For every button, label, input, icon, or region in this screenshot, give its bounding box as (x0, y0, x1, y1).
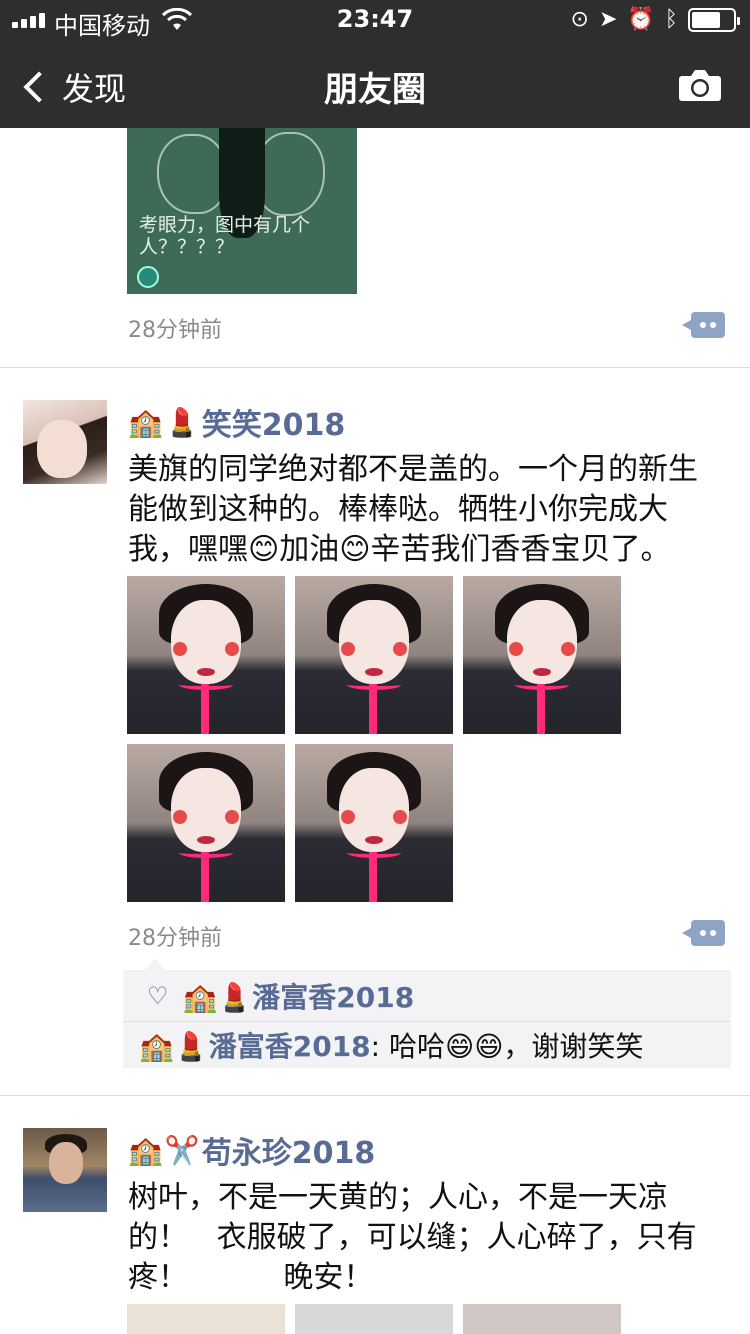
post-photo[interactable] (127, 744, 285, 902)
comment-author[interactable]: 🏫💄潘富香2018 (139, 1025, 371, 1065)
comment-text: : 哈哈😄😄，谢谢笑笑 (370, 1030, 644, 1063)
image-caption: 考眼力，图中有几个人？？？？ (139, 214, 311, 258)
post-photo[interactable] (295, 744, 453, 902)
author-name[interactable]: 🏫 💄 笑笑2018 (128, 400, 345, 444)
post-photo[interactable] (295, 576, 453, 734)
avatar[interactable] (23, 400, 107, 484)
post-time: 28分钟前 (128, 926, 222, 951)
post-image[interactable]: 考眼力，图中有几个人？？？？ (127, 128, 357, 294)
watermark-logo (137, 266, 159, 288)
status-bar: 中国移动 23:47 ⊙ ➤ ⏰ ᛒ (0, 0, 750, 40)
moment-post: 考眼力，图中有几个人？？？？ 28分钟前 (0, 128, 750, 368)
author-name[interactable]: 🏫 ✂️ 苟永珍2018 (128, 1128, 375, 1172)
likes-row: ♡ 🏫💄潘富香2018 (123, 970, 731, 1022)
camera-icon[interactable] (678, 68, 722, 102)
school-emoji: 🏫 (128, 1133, 163, 1167)
liker-name[interactable]: 🏫💄潘富香2018 (183, 976, 415, 1016)
moment-post: 🏫 💄 笑笑2018 美旗的同学绝对都不是盖的。一个月的新生能做到这种的。棒棒哒… (0, 368, 750, 1096)
nav-bar: 发现 朋友圈 (0, 40, 750, 128)
comment-row[interactable]: 🏫💄潘富香2018 : 哈哈😄😄，谢谢笑笑 (123, 1022, 731, 1068)
post-text: 树叶，不是一天黄的；人心，不是一天凉的！ 衣服破了，可以缝；人心碎了，只有疼！ … (128, 1180, 697, 1295)
orientation-lock-icon: ⊙ (570, 7, 589, 32)
post-photo[interactable] (463, 576, 621, 734)
likes-comments-panel: ♡ 🏫💄潘富香2018 🏫💄潘富香2018 : 哈哈😄😄，谢谢笑笑 (123, 958, 731, 1068)
school-emoji: 🏫 (128, 405, 163, 439)
post-photo[interactable] (295, 1304, 453, 1334)
scissors-emoji: ✂️ (164, 1133, 200, 1167)
post-photo[interactable] (127, 576, 285, 734)
page-title: 朋友圈 (324, 70, 426, 110)
lipstick-emoji: 💄 (164, 405, 200, 439)
comment-menu-button[interactable] (682, 920, 725, 946)
post-time: 28分钟前 (128, 318, 222, 343)
location-icon: ➤ (598, 7, 618, 32)
moments-feed[interactable]: 考眼力，图中有几个人？？？？ 28分钟前 🏫 💄 笑笑2018 美旗的同学绝对都… (0, 128, 750, 1334)
alarm-icon: ⏰ (627, 7, 655, 32)
battery-icon (688, 8, 740, 32)
top-bar: 中国移动 23:47 ⊙ ➤ ⏰ ᛒ 发现 朋友圈 (0, 0, 750, 128)
avatar[interactable] (23, 1128, 107, 1212)
post-photo[interactable] (463, 1304, 621, 1334)
heart-icon: ♡ (147, 981, 169, 1010)
post-text: 美旗的同学绝对都不是盖的。一个月的新生能做到这种的。棒棒哒。牺牲小你完成大我，嘿… (128, 452, 698, 567)
post-photo[interactable] (127, 1304, 285, 1334)
comment-menu-button[interactable] (682, 312, 725, 338)
moment-post: 🏫 ✂️ 苟永珍2018 树叶，不是一天黄的；人心，不是一天凉的！ 衣服破了，可… (0, 1096, 750, 1334)
bluetooth-icon: ᛒ (664, 7, 678, 32)
